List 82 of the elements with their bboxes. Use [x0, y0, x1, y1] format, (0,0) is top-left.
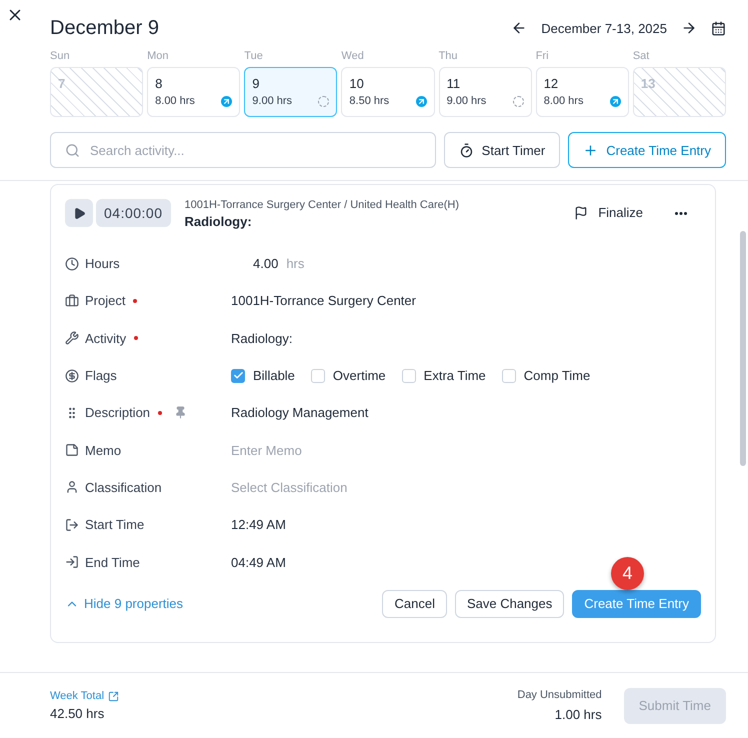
day-title: December 9: [50, 16, 159, 40]
hours-unit: hrs: [286, 256, 304, 272]
action-button[interactable]: Save Changes: [454, 590, 564, 618]
note-icon: [65, 443, 79, 458]
finalize-button[interactable]: Finalize: [574, 205, 643, 220]
exit-icon: [65, 518, 79, 532]
enter-icon: [65, 555, 79, 570]
week-total: 42.50 hrs: [50, 706, 106, 721]
day-card[interactable]: 12 8.00 hrs: [536, 67, 629, 117]
timer-display: 04:00:00: [96, 199, 170, 227]
weekday-label: Wed: [341, 50, 365, 62]
day-card[interactable]: 8 8.00 hrs: [147, 67, 240, 117]
checkbox-label: Billable: [253, 368, 295, 384]
weekday-label: Mon: [147, 50, 170, 62]
more-button[interactable]: [675, 212, 687, 215]
field-label: Description: [85, 405, 150, 420]
weekday-label: Sat: [632, 50, 650, 62]
day-card[interactable]: 11 9.00 hrs: [438, 67, 532, 117]
checkbox[interactable]: [310, 368, 325, 383]
field-label: End Time: [85, 554, 140, 570]
required-dot: [134, 336, 138, 340]
hours-value[interactable]: 4.00: [253, 256, 278, 272]
field-value[interactable]: 1001H-Torrance Surgery Center: [231, 293, 416, 308]
required-dot: [133, 298, 138, 303]
field-label: Project: [85, 293, 126, 308]
dollar-icon: [65, 368, 79, 383]
submitted-icon: [610, 96, 621, 106]
hide-properties-link[interactable]: Hide 9 properties: [65, 596, 183, 612]
day-unsubmitted-value: 1.00 hrs: [554, 707, 602, 722]
week-total-link[interactable]: Week Total: [50, 690, 120, 702]
weekday-label: Sun: [50, 50, 71, 62]
field-label: Classification: [85, 480, 162, 495]
external-link-icon: [108, 690, 120, 702]
create-entry-button[interactable]: Create Time Entry: [568, 132, 726, 168]
plus-icon: [583, 142, 598, 158]
weekday-label: Tue: [244, 50, 264, 62]
checkbox[interactable]: [402, 368, 416, 383]
check-icon: [232, 370, 244, 382]
field-value[interactable]: Radiology:: [231, 330, 292, 346]
weekday-label: Thu: [438, 50, 459, 62]
pending-icon: [318, 96, 330, 106]
checkbox-label: Comp Time: [524, 368, 590, 384]
field-label: Hours: [85, 256, 120, 272]
search-icon: [65, 143, 80, 158]
start-timer-button[interactable]: Start Timer: [444, 132, 560, 168]
day-card[interactable]: 9 9.00 hrs: [244, 67, 338, 117]
briefcase-icon: [65, 294, 79, 308]
checkbox-label: Overtime: [332, 368, 386, 384]
pending-icon: [512, 96, 524, 106]
action-button[interactable]: Cancel: [382, 590, 447, 618]
search-field[interactable]: Search activity...: [50, 132, 436, 168]
day-unsubmitted-label: Day Unsubmitted: [517, 689, 602, 701]
activity-name: Radiology:: [184, 214, 253, 229]
wrench-icon: [65, 331, 79, 346]
user-icon: [65, 480, 79, 494]
next-week-button[interactable]: [681, 20, 697, 36]
flag-icon: [574, 206, 588, 220]
step-badge: 4: [611, 556, 644, 590]
field-label: Flags: [85, 368, 117, 384]
play-button[interactable]: [65, 199, 93, 227]
submitted-icon: [416, 96, 427, 106]
clock-icon: [65, 256, 79, 271]
checkbox-label: Extra Time: [424, 368, 486, 384]
stopwatch-icon: [458, 142, 474, 158]
field-value[interactable]: 12:49 AM: [231, 517, 286, 532]
field-value[interactable]: Radiology Management: [231, 405, 368, 420]
checkbox[interactable]: [502, 368, 516, 383]
pin-icon: [174, 406, 188, 420]
submitted-icon: [221, 96, 232, 106]
checkbox[interactable]: [231, 368, 245, 383]
field-label: Activity: [85, 330, 126, 346]
weekday-label: Fri: [536, 50, 550, 62]
play-icon: [72, 206, 86, 220]
more-icon: [675, 212, 687, 215]
calendar-button[interactable]: [711, 20, 726, 36]
week-range: December 7-13, 2025: [541, 20, 667, 36]
project-path: 1001H-Torrance Surgery Center / United Health Care(H): [184, 199, 460, 211]
field-value[interactable]: 04:49 AM: [231, 554, 286, 570]
day-card[interactable]: 10 8.50 hrs: [341, 67, 435, 117]
field-label: Memo: [85, 442, 122, 458]
required-dot: [158, 410, 162, 415]
field-label: Start Time: [85, 517, 144, 532]
